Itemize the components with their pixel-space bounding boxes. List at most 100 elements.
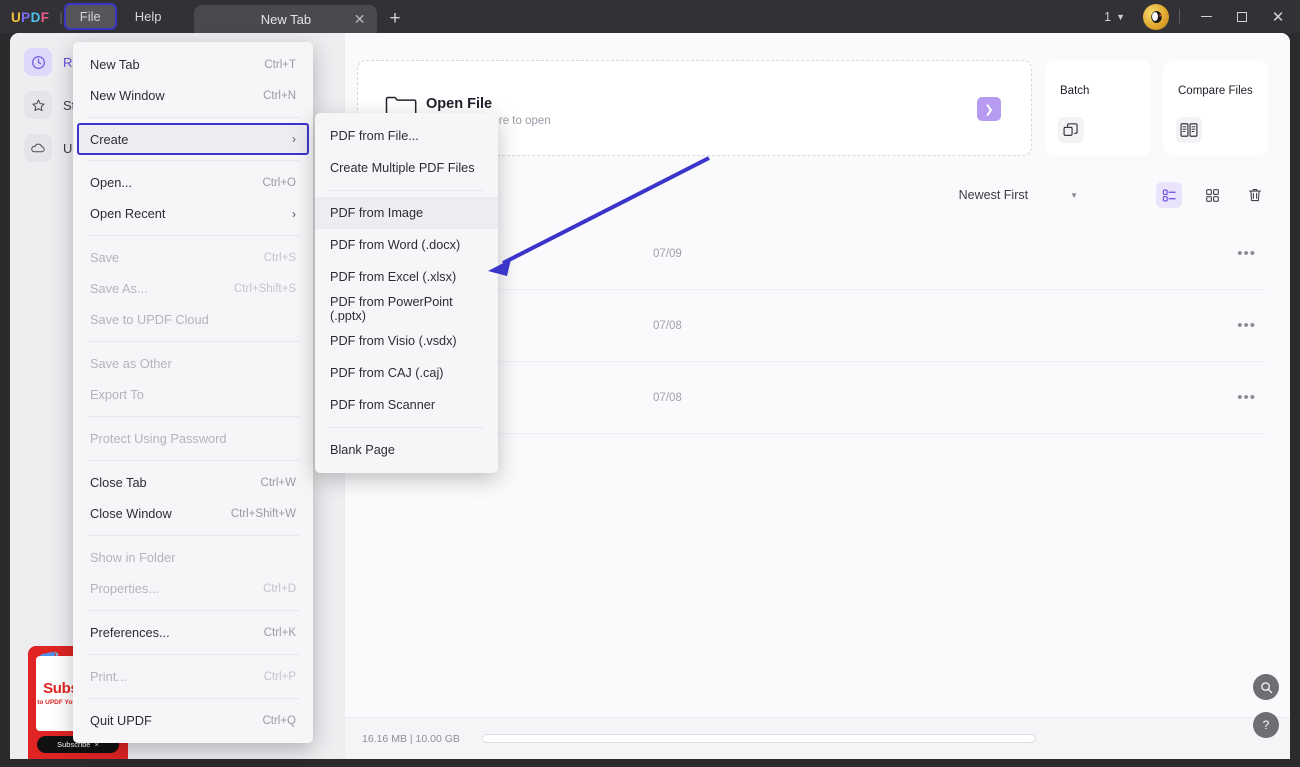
file-menu-item-new-tab[interactable]: New Tab Ctrl+T [73, 49, 313, 80]
file-date: 07/08 [653, 319, 682, 332]
file-menu-item-close-window[interactable]: Close Window Ctrl+Shift+W [73, 498, 313, 529]
create-menu-item-pdf-from-powerpoint-pptx[interactable]: PDF from PowerPoint (.pptx) [315, 293, 498, 325]
menu-separator [87, 610, 299, 611]
create-menu-item-label: PDF from Excel (.xlsx) [330, 270, 457, 284]
file-menu-item-show-in-folder: Show in Folder [73, 542, 313, 573]
sort-dropdown-label: Newest First [958, 188, 1029, 202]
file-menu-item-properties: Properties... Ctrl+D [73, 573, 313, 604]
file-menu-item-shortcut: Ctrl+Shift+S [234, 282, 296, 295]
file-menu-item-shortcut: Ctrl+Shift+W [230, 507, 296, 520]
file-menu-item-label: Preferences... [90, 625, 170, 640]
file-menu-item-label: Close Tab [90, 475, 147, 490]
menu-help[interactable]: Help [121, 5, 176, 28]
cloud-icon [24, 134, 52, 162]
status-bar: 16.16 MB | 10.00 GB [345, 717, 1290, 759]
compare-files-card[interactable]: Compare Files [1163, 60, 1268, 156]
sort-dropdown[interactable]: Newest First ▼ [959, 188, 1078, 202]
close-icon[interactable]: ✕ [354, 12, 366, 26]
new-tab-button[interactable]: + [377, 9, 410, 33]
minimize-icon[interactable] [1188, 0, 1224, 33]
file-menu-item-open-recent[interactable]: Open Recent › [73, 198, 313, 229]
file-menu-item-save-to-updf-cloud: Save to UPDF Cloud [73, 304, 313, 335]
logo-letter-f: F [40, 10, 50, 25]
puffin-avatar-icon[interactable] [1143, 3, 1169, 30]
create-menu-item-pdf-from-caj-caj[interactable]: PDF from CAJ (.caj) [315, 357, 498, 389]
help-icon[interactable]: ? [1253, 712, 1279, 738]
file-menu-item-label: Export To [90, 387, 144, 402]
create-menu-item-pdf-from-scanner[interactable]: PDF from Scanner [315, 389, 498, 421]
menu-separator [87, 698, 299, 699]
create-menu-item-pdf-from-excel-xlsx[interactable]: PDF from Excel (.xlsx) [315, 261, 498, 293]
tab-strip: New Tab ✕ + [194, 5, 410, 33]
file-menu-item-label: Print... [90, 669, 127, 684]
create-menu-item-blank-page[interactable]: Blank Page [315, 434, 498, 466]
chevron-down-icon: ▼ [1070, 190, 1078, 200]
maximize-icon[interactable] [1224, 0, 1260, 33]
storage-progress-bar [481, 734, 1036, 743]
file-menu-item-shortcut: Ctrl+N [263, 89, 296, 102]
open-file-title: Open File [426, 96, 493, 112]
row-more-icon[interactable]: ••• [1237, 246, 1256, 261]
menu-separator [87, 117, 299, 118]
file-menu-item-label: Save [90, 250, 120, 265]
menu-separator [87, 341, 299, 342]
file-menu-item-label: Create [90, 131, 129, 147]
grid-view-icon[interactable] [1199, 182, 1225, 208]
create-menu-item-pdf-from-visio-vsdx[interactable]: PDF from Visio (.vsdx) [315, 325, 498, 357]
file-menu-item-shortcut: Ctrl+P [263, 670, 296, 683]
trash-icon[interactable] [1242, 182, 1268, 208]
file-menu-item-label: Close Window [90, 506, 172, 521]
tab-new-tab[interactable]: New Tab ✕ [194, 5, 378, 33]
file-menu-item-save: Save Ctrl+S [73, 242, 313, 273]
row-more-icon[interactable]: ••• [1237, 390, 1256, 405]
menu-file[interactable]: File [63, 3, 117, 30]
window-count-value: 1 [1104, 9, 1112, 24]
file-menu-item-close-tab[interactable]: Close Tab Ctrl+W [73, 467, 313, 498]
chevron-down-icon: ▼ [1116, 11, 1125, 22]
compare-files-card-title: Compare Files [1178, 85, 1253, 97]
file-menu-item-shortcut: Ctrl+K [263, 626, 296, 639]
create-menu-item-label: PDF from Visio (.vsdx) [330, 334, 457, 348]
compare-files-icon [1176, 117, 1202, 143]
file-menu-item-shortcut: Ctrl+W [260, 476, 296, 489]
search-icon[interactable] [1253, 674, 1279, 700]
file-menu-item-label: Show in Folder [90, 550, 176, 565]
chevron-right-icon: › [292, 132, 296, 146]
file-menu-item-preferences[interactable]: Preferences... Ctrl+K [73, 617, 313, 648]
file-menu-item-create[interactable]: Create › [77, 123, 309, 155]
logo-letter-u: U [11, 10, 22, 25]
file-menu-item-new-window[interactable]: New Window Ctrl+N [73, 80, 313, 111]
create-menu-item-pdf-from-file[interactable]: PDF from File... [315, 120, 498, 152]
create-menu-item-label: PDF from Scanner [330, 398, 436, 412]
file-menu-item-protect-using-password: Protect Using Password [73, 423, 313, 454]
file-menu-item-label: Properties... [90, 581, 159, 596]
window-count-selector[interactable]: 1 ▼ [1094, 10, 1135, 24]
logo-letter-d: D [30, 10, 41, 25]
menu-separator [87, 535, 299, 536]
batch-card[interactable]: Batch [1045, 60, 1150, 156]
create-menu-item-pdf-from-image[interactable]: PDF from Image [315, 197, 498, 229]
file-menu-dropdown: New Tab Ctrl+T New Window Ctrl+N Create › Open… [73, 42, 313, 743]
file-menu-item-shortcut: Ctrl+T [264, 58, 296, 71]
create-submenu-dropdown: PDF from File... Create Multiple PDF File… [315, 113, 498, 473]
create-menu-item-label: Create Multiple PDF Files [330, 161, 475, 175]
batch-card-title: Batch [1060, 85, 1090, 97]
create-menu-item-label: PDF from File... [330, 129, 419, 143]
file-menu-item-export-to: Export To [73, 379, 313, 410]
chevron-right-icon[interactable]: ❯ [977, 97, 1001, 121]
file-date: 07/08 [653, 391, 682, 404]
menu-separator [329, 190, 484, 191]
create-menu-item-create-multiple-pdf-files[interactable]: Create Multiple PDF Files [315, 152, 498, 184]
row-more-icon[interactable]: ••• [1237, 318, 1256, 333]
list-view-icon[interactable] [1156, 182, 1182, 208]
file-menu-item-label: Save to UPDF Cloud [90, 312, 209, 327]
menu-separator [329, 427, 484, 428]
create-menu-item-pdf-from-word-docx[interactable]: PDF from Word (.docx) [315, 229, 498, 261]
menu-separator [87, 235, 299, 236]
menu-separator [87, 160, 299, 161]
chevron-right-icon: › [292, 206, 296, 221]
file-menu-item-open[interactable]: Open... Ctrl+O [73, 167, 313, 198]
window-close-icon[interactable]: ✕ [1260, 0, 1296, 33]
file-menu-item-save-as-other: Save as Other [73, 348, 313, 379]
file-menu-item-quit-updf[interactable]: Quit UPDF Ctrl+Q [73, 705, 313, 736]
